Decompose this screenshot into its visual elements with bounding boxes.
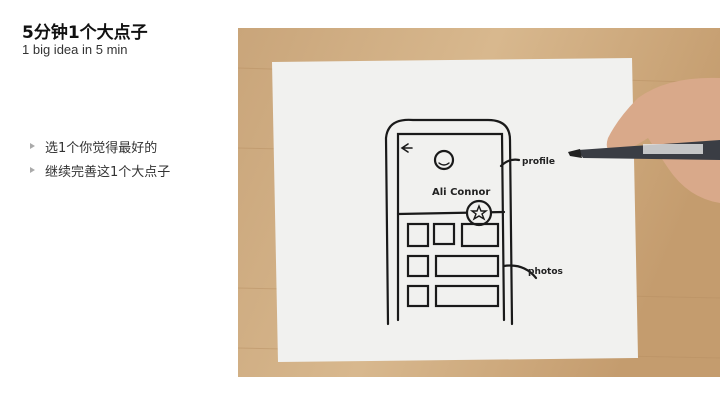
paper-sheet <box>272 58 638 362</box>
sketch-photo: Ali Connor profile photos <box>238 28 720 377</box>
photos-annotation: photos <box>528 267 563 277</box>
bullet-list: 选1个你觉得最好的 继续完善这1个大点子 <box>30 134 170 182</box>
slide-title: 5分钟1个大点子 <box>22 23 148 43</box>
bullet-triangle-icon <box>30 167 35 173</box>
slide-subtitle: 1 big idea in 5 min <box>22 42 128 57</box>
profile-annotation: profile <box>522 157 555 167</box>
bullet-item: 选1个你觉得最好的 <box>30 134 170 158</box>
bullet-text: 选1个你觉得最好的 <box>45 140 158 156</box>
sketch-name-label: Ali Connor <box>432 187 490 198</box>
bullet-text: 继续完善这1个大点子 <box>45 164 171 180</box>
bullet-triangle-icon <box>30 143 35 149</box>
bullet-item: 继续完善这1个大点子 <box>30 158 170 182</box>
